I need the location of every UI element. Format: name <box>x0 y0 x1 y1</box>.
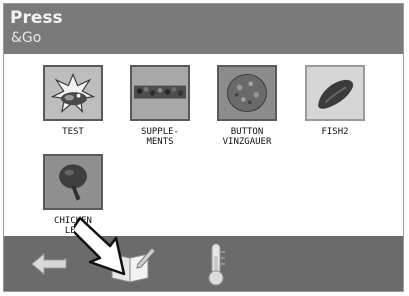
temperature-button[interactable] <box>192 240 240 287</box>
recipe-label-chicken-leg: CHICKEN LEG <box>54 216 92 236</box>
recipe-book-button[interactable] <box>108 240 156 287</box>
recipe-label-supplements: SUPPLE- MENTS <box>141 127 179 147</box>
fish-recipe-icon <box>305 65 365 121</box>
thermometer-icon <box>208 243 225 286</box>
press-and-go-screen: Press &Go TEST SUPPLE- MENTS BUTTON VINZ… <box>3 3 404 292</box>
brand-subtitle: &Go <box>11 30 42 46</box>
recipe-tile-button-vinzgauer[interactable]: BUTTON VINZGAUER <box>214 65 280 147</box>
bottom-toolbar <box>4 236 403 291</box>
test-recipe-icon <box>43 65 103 121</box>
supplements-recipe-icon <box>130 65 190 121</box>
button-vinzgauer-recipe-icon <box>217 65 277 121</box>
recipe-label-test: TEST <box>62 127 84 137</box>
recipe-label-fish2: FISH2 <box>321 127 349 137</box>
recipe-label-button-vinzgauer: BUTTON VINZGAUER <box>222 127 272 147</box>
back-button[interactable] <box>26 240 74 287</box>
recipe-tile-test[interactable]: TEST <box>40 65 106 137</box>
brand-title: Press <box>10 8 63 28</box>
recipe-tile-fish2[interactable]: FISH2 <box>302 65 368 137</box>
app-header: Press &Go <box>4 4 403 54</box>
recipe-tile-supplements[interactable]: SUPPLE- MENTS <box>127 65 193 147</box>
back-arrow-icon <box>31 252 67 276</box>
recipe-book-edit-icon <box>111 247 156 283</box>
chicken-leg-recipe-icon <box>43 154 103 210</box>
recipe-tile-chicken-leg[interactable]: CHICKEN LEG <box>40 154 106 236</box>
